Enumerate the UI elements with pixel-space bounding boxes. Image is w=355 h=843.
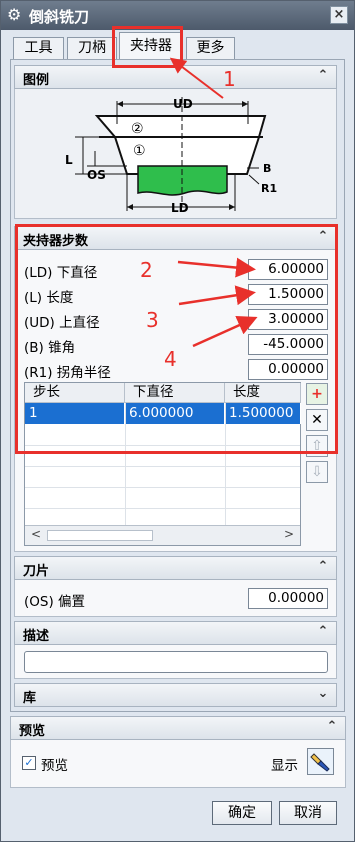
scrollbar-thumb[interactable] — [47, 530, 153, 541]
section-blade-header[interactable]: 刀片 ⌃ — [14, 556, 337, 580]
label-os: OS — [87, 168, 106, 182]
section-figure-header[interactable]: 图例 ⌃ — [14, 65, 337, 89]
section-blade-title: 刀片 — [23, 564, 50, 579]
close-icon[interactable]: × — [330, 6, 348, 24]
annotation-box-holder-tab — [112, 26, 183, 68]
annotation-number-2: 2 — [140, 258, 153, 282]
chevron-up-icon[interactable]: ⌃ — [314, 68, 332, 86]
ok-button[interactable]: 确定 — [212, 801, 272, 825]
tab-more[interactable]: 更多 — [186, 37, 235, 59]
offset-input[interactable]: 0.00000 — [248, 588, 328, 609]
tab-shank[interactable]: 刀柄 — [67, 37, 117, 59]
section-library-title: 库 — [23, 691, 37, 706]
flashlight-icon[interactable] — [307, 748, 334, 775]
offset-label: (OS) 偏置 — [24, 594, 86, 610]
tab-tool[interactable]: 工具 — [13, 37, 64, 59]
annotation-number-4: 4 — [164, 347, 177, 371]
label-l: L — [65, 153, 73, 167]
chevron-up-icon[interactable]: ⌃ — [314, 559, 332, 577]
annotation-box-holder-steps — [15, 224, 338, 454]
window-title: 倒斜铣刀 — [29, 8, 90, 26]
chevron-up-icon[interactable]: ⌃ — [323, 719, 341, 737]
section-description-title: 描述 — [23, 629, 50, 644]
scroll-right-icon[interactable]: > — [284, 527, 294, 541]
label-ld: LD — [171, 201, 189, 215]
label-r1: R1 — [261, 182, 277, 195]
section-library-header[interactable]: 库 ⌄ — [14, 683, 337, 707]
chevron-down-icon[interactable]: ⌄ — [314, 686, 332, 704]
label-ud: UD — [173, 97, 193, 111]
section-figure-title: 图例 — [23, 73, 50, 88]
cancel-button[interactable]: 取消 — [279, 801, 337, 825]
section-description-header[interactable]: 描述 ⌃ — [14, 621, 337, 645]
annotation-number-1: 1 — [223, 67, 236, 91]
preview-checkbox-label: 预览 — [41, 758, 68, 774]
scroll-left-icon[interactable]: < — [31, 527, 41, 541]
description-input[interactable] — [24, 651, 328, 673]
label-circle1: ① — [133, 143, 146, 159]
gear-icon[interactable]: ⚙ — [7, 5, 21, 24]
label-b: B — [263, 162, 271, 175]
chamfer-mill-diagram: UD LD L OS B R1 ② ① — [65, 97, 277, 215]
section-preview-header[interactable]: 预览 ⌃ — [10, 716, 346, 740]
show-label: 显示 — [271, 758, 298, 774]
dialog-window: ⚙ 倒斜铣刀 × 工具 刀柄 夹持器 更多 图例 ⌃ UD LD L OS B … — [0, 0, 355, 842]
label-circle2: ② — [131, 121, 144, 137]
annotation-number-3: 3 — [146, 308, 159, 332]
preview-checkbox[interactable]: ✓ — [22, 756, 36, 770]
horizontal-scrollbar[interactable]: < > — [25, 525, 300, 545]
figure-panel: UD LD L OS B R1 ② ① — [14, 89, 337, 219]
move-down-icon[interactable]: ⇩ — [306, 461, 328, 483]
section-preview-title: 预览 — [19, 724, 46, 739]
chevron-up-icon[interactable]: ⌃ — [314, 624, 332, 642]
